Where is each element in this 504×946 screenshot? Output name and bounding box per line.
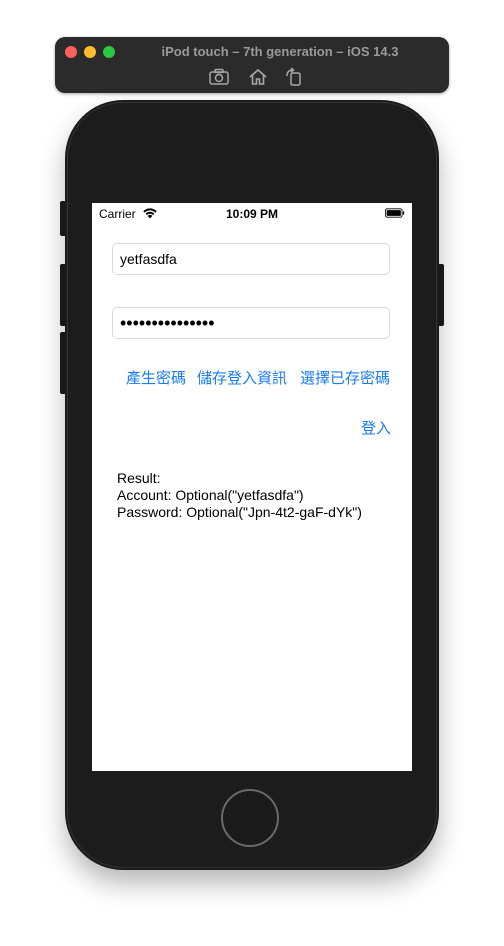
result-title: Result:: [117, 470, 161, 486]
page: iPod touch – 7th generation – iOS 14.3 C…: [0, 0, 504, 946]
result-panel: Result: Account: Optional("yetfasdfa") P…: [117, 470, 362, 521]
home-icon: [249, 68, 267, 85]
screenshot-button[interactable]: [208, 67, 230, 87]
camera-icon: [209, 68, 229, 85]
rotate-icon: [286, 67, 301, 86]
device-home-button[interactable]: [221, 789, 279, 847]
choose-saved-password-button[interactable]: 選擇已存密碼: [300, 367, 390, 388]
home-toolbar-button[interactable]: [247, 67, 269, 87]
simulator-titlebar: iPod touch – 7th generation – iOS 14.3: [55, 37, 449, 93]
password-field[interactable]: •••••••••••••••: [112, 307, 390, 339]
battery-icon: [385, 208, 405, 218]
result-account: Account: Optional("yetfasdfa"): [117, 487, 304, 503]
save-login-button[interactable]: 儲存登入資訊: [197, 367, 287, 388]
account-field[interactable]: yetfasdfa: [112, 243, 390, 275]
simulator-toolbar: [55, 67, 449, 87]
simulator-title: iPod touch – 7th generation – iOS 14.3: [161, 44, 399, 59]
device-screen: Carrier 10:09 PM yetfasdfa •••••••••••••…: [92, 203, 412, 771]
result-password: Password: Optional("Jpn-4t2-gaF-dYk"): [117, 504, 362, 520]
rotate-button[interactable]: [283, 67, 305, 87]
generate-password-button[interactable]: 產生密碼: [126, 367, 186, 388]
login-button[interactable]: 登入: [361, 417, 391, 438]
status-time: 10:09 PM: [225, 207, 279, 221]
status-bar: Carrier 10:09 PM: [92, 203, 412, 223]
